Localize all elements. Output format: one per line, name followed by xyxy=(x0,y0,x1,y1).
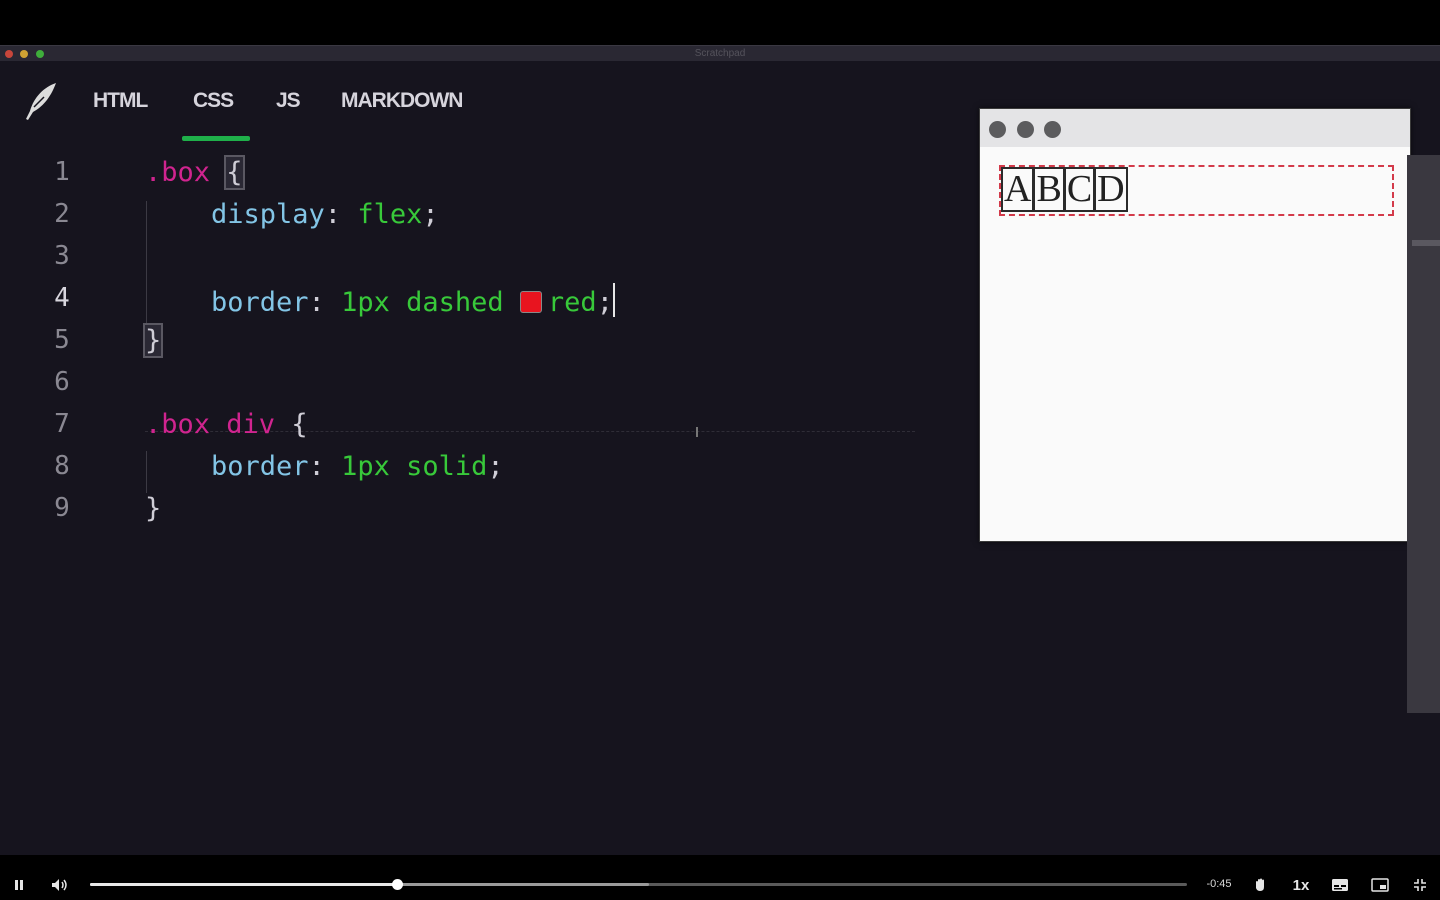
progress-played xyxy=(90,883,398,886)
vertical-scrollbar[interactable] xyxy=(1407,155,1440,713)
css-value: 1px xyxy=(341,451,390,482)
code-line[interactable]: 9 } xyxy=(0,491,960,531)
css-selector: div xyxy=(226,409,276,440)
tab-markdown[interactable]: MARKDOWN xyxy=(341,89,463,113)
color-swatch[interactable] xyxy=(519,291,542,313)
css-property: border xyxy=(211,287,309,318)
css-value: dashed xyxy=(406,287,504,318)
css-selector: .box xyxy=(145,409,211,440)
css-value: solid xyxy=(406,451,488,482)
playback-speed-button[interactable]: 1x xyxy=(1288,870,1314,900)
preview-box-item: D xyxy=(1094,167,1128,212)
brace: } xyxy=(145,493,162,524)
tab-css[interactable]: CSS xyxy=(193,89,234,113)
line-number: 3 xyxy=(54,241,70,271)
line-number: 1 xyxy=(54,157,70,187)
css-value: red xyxy=(547,287,597,318)
pause-icon[interactable] xyxy=(8,870,30,900)
preview-minimize-button[interactable] xyxy=(1017,121,1034,138)
preview-box-item: C xyxy=(1063,167,1096,212)
code-line[interactable]: 7 .box div { xyxy=(0,407,960,447)
time-remaining: -0:45 xyxy=(1206,878,1232,890)
css-value: flex xyxy=(357,199,423,230)
preview-close-button[interactable] xyxy=(989,121,1006,138)
scrollbar-marker xyxy=(1412,240,1440,246)
code-line[interactable]: 1 .box { xyxy=(0,155,960,195)
line-number: 2 xyxy=(54,199,70,229)
css-property: border xyxy=(211,451,309,482)
css-selector: .box xyxy=(145,157,211,188)
video-controls: -0:45 1x xyxy=(0,870,1440,900)
line-number: 6 xyxy=(54,367,70,397)
volume-icon[interactable] xyxy=(48,870,72,900)
title-bar: Scratchpad xyxy=(0,45,1440,61)
picture-in-picture-icon[interactable] xyxy=(1368,870,1392,900)
tab-html[interactable]: HTML xyxy=(93,89,148,113)
preview-title-bar[interactable] xyxy=(980,109,1410,147)
line-number: 8 xyxy=(54,451,70,481)
code-line[interactable]: 8 border: 1px solid; xyxy=(0,449,960,489)
quill-icon xyxy=(22,81,58,121)
brace: { xyxy=(291,409,308,440)
preview-maximize-button[interactable] xyxy=(1044,121,1061,138)
code-line[interactable]: 3 xyxy=(0,239,960,279)
line-number: 5 xyxy=(54,325,70,355)
preview-box-item: A xyxy=(1001,167,1035,212)
exit-fullscreen-icon[interactable] xyxy=(1408,870,1432,900)
preview-flex-box: A B C D xyxy=(999,165,1394,216)
line-number: 7 xyxy=(54,409,70,439)
active-tab-indicator xyxy=(182,136,250,141)
matched-brace: } xyxy=(142,323,164,358)
scrollbar-thumb[interactable] xyxy=(1407,155,1440,713)
line-number: 9 xyxy=(54,493,70,523)
css-value: 1px xyxy=(341,287,390,318)
preview-box-item: B xyxy=(1033,167,1065,212)
code-line[interactable]: 6 xyxy=(0,365,960,405)
preview-window: A B C D xyxy=(979,108,1411,542)
code-editor[interactable]: 1 .box { 2 display: flex; 3 4 border: 1p… xyxy=(0,155,960,555)
video-letterbox-top xyxy=(0,0,1440,45)
matched-brace: { xyxy=(224,155,245,190)
text-caret xyxy=(612,283,615,317)
tab-js[interactable]: JS xyxy=(276,89,301,113)
captions-icon[interactable] xyxy=(1328,870,1352,900)
hand-icon[interactable] xyxy=(1249,870,1273,900)
code-line[interactable]: 2 display: flex; xyxy=(0,197,960,237)
editor-window: Scratchpad HTML CSS JS MARKDOWN 1 .box {… xyxy=(0,45,1440,855)
progress-bar[interactable] xyxy=(90,879,1187,890)
line-number: 4 xyxy=(54,283,70,313)
css-property: display xyxy=(211,199,325,230)
window-title: Scratchpad xyxy=(694,48,746,59)
progress-scrubber[interactable] xyxy=(392,879,404,890)
code-line[interactable]: 4 border: 1px dashed red; xyxy=(0,281,960,321)
code-line[interactable]: 5 } xyxy=(0,323,960,363)
